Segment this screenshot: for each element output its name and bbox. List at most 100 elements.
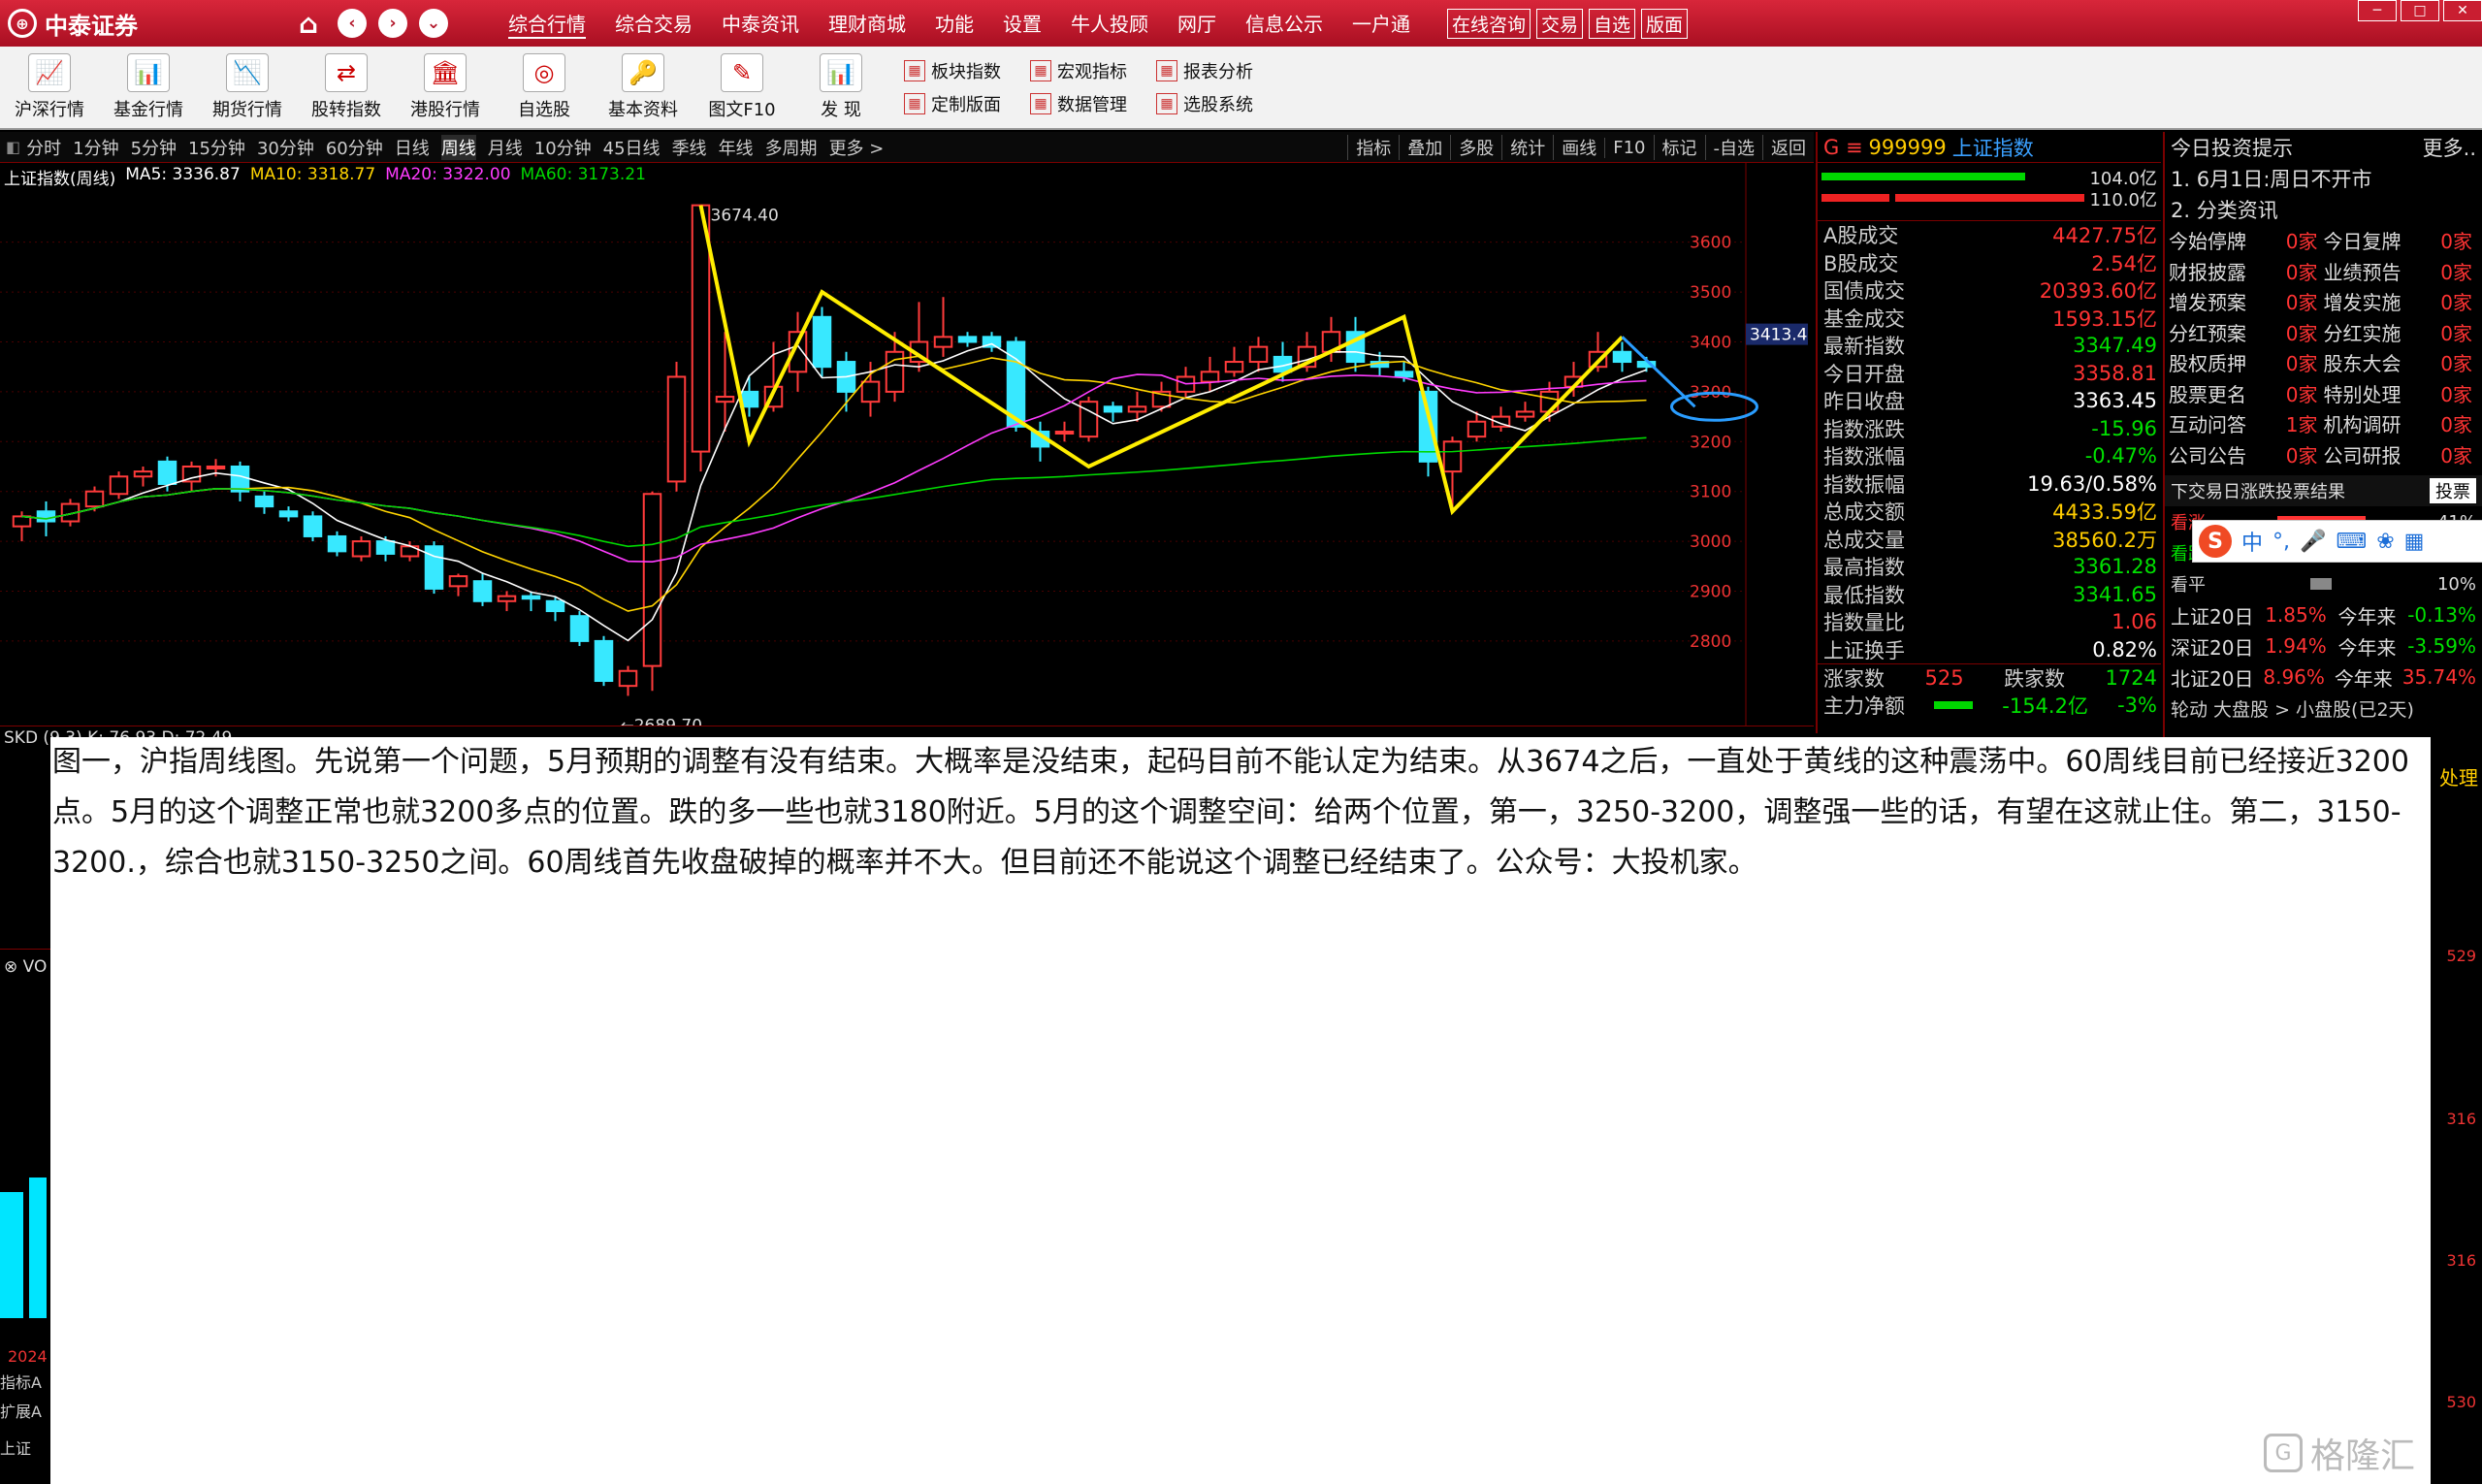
- toolbar-small-button[interactable]: ▦ 报表分析: [1156, 54, 1282, 87]
- quote-key: A股成交: [1823, 224, 1899, 248]
- period-tab[interactable]: 分时: [26, 135, 61, 160]
- info-grid-item[interactable]: 股票更名 0家: [2169, 378, 2324, 409]
- back-icon[interactable]: ‹: [338, 9, 367, 38]
- toolbar-small-button[interactable]: ▦ 宏观指标: [1030, 54, 1156, 87]
- toggle-icon[interactable]: ◧: [6, 138, 20, 156]
- toolbar-button[interactable]: ✎ 图文F10: [693, 48, 791, 126]
- price-tag: 3413.4: [1750, 326, 1807, 345]
- info-grid-item[interactable]: 财报披露 0家: [2169, 256, 2324, 287]
- chart-tool-button[interactable]: 标记: [1653, 135, 1705, 160]
- mic-icon[interactable]: 🎤: [2300, 530, 2326, 554]
- period-tab[interactable]: 月线: [488, 135, 523, 160]
- top-menu-item[interactable]: 信息公示: [1245, 9, 1323, 39]
- info-grid-item[interactable]: 今日复牌 0家: [2324, 225, 2479, 256]
- period-tab[interactable]: 5分钟: [131, 135, 177, 160]
- home-icon[interactable]: ⌂: [291, 8, 326, 40]
- maximize-button[interactable]: □: [2401, 0, 2439, 21]
- perf-label2: 今年来: [2337, 635, 2397, 660]
- top-menu-item[interactable]: 中泰资讯: [722, 9, 799, 39]
- top-menu-item[interactable]: 牛人投顾: [1071, 9, 1148, 39]
- period-tab[interactable]: 日线: [395, 135, 430, 160]
- period-tab[interactable]: 10分钟: [534, 135, 592, 160]
- top-quick-button[interactable]: 交易: [1536, 8, 1584, 39]
- period-tab[interactable]: 15分钟: [188, 135, 245, 160]
- chart-tool-button[interactable]: 多股: [1450, 135, 1501, 160]
- punct-icon[interactable]: °,: [2272, 530, 2290, 554]
- info-grid-item[interactable]: 股权质押 0家: [2169, 347, 2324, 378]
- top-quick-button[interactable]: 自选: [1589, 8, 1636, 39]
- candle-body: [545, 599, 565, 613]
- info-grid-item[interactable]: 增发预案 0家: [2169, 286, 2324, 317]
- period-tab[interactable]: 1分钟: [73, 135, 118, 160]
- y-tick-label: 3100: [1690, 483, 1731, 502]
- toolbar-button[interactable]: 🔑 基本资料: [594, 48, 693, 126]
- info-grid-item[interactable]: 增发实施 0家: [2324, 286, 2479, 317]
- top-menu-item[interactable]: 设置: [1003, 9, 1042, 39]
- vote-button[interactable]: 投票: [2430, 478, 2476, 503]
- toolbar-button[interactable]: ◎ 自选股: [495, 48, 594, 126]
- chart-tool-button[interactable]: 统计: [1501, 135, 1553, 160]
- toolbar-small-button[interactable]: ▦ 定制版面: [904, 87, 1030, 120]
- chart-tool-button[interactable]: 返回: [1762, 135, 1814, 160]
- indicator-tab[interactable]: 指标A: [0, 1370, 48, 1393]
- skin-icon[interactable]: ❀: [2376, 530, 2394, 554]
- period-tab[interactable]: 45日线: [603, 135, 661, 160]
- info-link[interactable]: 2. 分类资讯: [2165, 194, 2482, 225]
- period-tab[interactable]: 30分钟: [257, 135, 314, 160]
- toolbar-small-icon: ▦: [1156, 60, 1177, 81]
- info-grid-item[interactable]: 业绩预告 0家: [2324, 256, 2479, 287]
- keyboard-icon[interactable]: ⌨: [2336, 530, 2367, 554]
- info-grid-item[interactable]: 公司研报 0家: [2324, 439, 2479, 470]
- chevron-down-icon[interactable]: ⌄: [419, 9, 448, 38]
- top-menu-item[interactable]: 理财商城: [828, 9, 906, 39]
- toolbar-button[interactable]: 📊 基金行情: [99, 48, 198, 126]
- period-tab[interactable]: 多周期: [765, 135, 818, 160]
- top-quick-button[interactable]: 版面: [1641, 8, 1689, 39]
- toolbar-button[interactable]: ⇄ 股转指数: [297, 48, 396, 126]
- period-tab[interactable]: 60分钟: [326, 135, 383, 160]
- info-link[interactable]: 1. 6月1日:周日不开市: [2165, 163, 2482, 194]
- toolbar-button[interactable]: 📉 期货行情: [198, 48, 297, 126]
- flow-pct: -3%: [2117, 693, 2157, 717]
- info-grid-item[interactable]: 股东大会 0家: [2324, 347, 2479, 378]
- chart-tool-button[interactable]: 画线: [1553, 135, 1604, 160]
- forward-icon[interactable]: ›: [378, 9, 407, 38]
- period-tab[interactable]: 周线: [440, 134, 476, 160]
- ime-mode[interactable]: 中: [2241, 526, 2263, 557]
- info-grid-item[interactable]: 今始停牌 0家: [2169, 225, 2324, 256]
- top-quick-button[interactable]: 在线咨询: [1447, 8, 1531, 39]
- info-grid-item[interactable]: 公司公告 0家: [2169, 439, 2324, 470]
- minimize-button[interactable]: ─: [2358, 0, 2397, 21]
- top-menu-item[interactable]: 综合行情: [508, 9, 586, 39]
- top-menu-item[interactable]: 一户通: [1352, 9, 1410, 39]
- period-tab[interactable]: 季线: [672, 135, 707, 160]
- kline-chart[interactable]: 3600 3500 3400 3300 3200 3100 3000 2900 2800 3674…: [0, 163, 1814, 726]
- chart-tool-button[interactable]: -自选: [1704, 135, 1763, 160]
- expand-tab[interactable]: 扩展A: [0, 1399, 48, 1422]
- close-button[interactable]: ✕: [2443, 0, 2482, 21]
- chart-tool-button[interactable]: 指标: [1347, 135, 1399, 160]
- index-tab[interactable]: 上证: [0, 1436, 48, 1459]
- toolbar-button[interactable]: 📈 沪深行情: [0, 48, 99, 126]
- toolbar-button[interactable]: 🏛 港股行情: [396, 48, 495, 126]
- toolbar-small-button[interactable]: ▦ 选股系统: [1156, 87, 1282, 120]
- info-grid-item[interactable]: 分红实施 0家: [2324, 317, 2479, 348]
- toolbar-button[interactable]: 📊 发 现: [791, 48, 890, 126]
- info-more-link[interactable]: 更多..: [2423, 133, 2476, 162]
- chart-tool-button[interactable]: 叠加: [1399, 135, 1450, 160]
- chart-tool-button[interactable]: F10: [1604, 137, 1653, 158]
- toolbar-small-button[interactable]: ▦ 板块指数: [904, 54, 1030, 87]
- info-grid-item[interactable]: 分红预案 0家: [2169, 317, 2324, 348]
- toolbar-small-button[interactable]: ▦ 数据管理: [1030, 87, 1156, 120]
- top-menu-item[interactable]: 网厅: [1177, 9, 1216, 39]
- top-menu-item[interactable]: 综合交易: [615, 9, 693, 39]
- info-grid-item[interactable]: 机构调研 0家: [2324, 408, 2479, 439]
- toolbar-icon: 🏛: [424, 53, 467, 92]
- ime-toolbar[interactable]: S 中 °, 🎤 ⌨ ❀ ▦: [2192, 520, 2482, 563]
- period-tab[interactable]: 更多 >: [829, 135, 885, 160]
- grid-icon[interactable]: ▦: [2404, 530, 2425, 554]
- period-tab[interactable]: 年线: [719, 135, 754, 160]
- info-grid-item[interactable]: 互动问答 1家: [2169, 408, 2324, 439]
- top-menu-item[interactable]: 功能: [935, 9, 974, 39]
- info-grid-item[interactable]: 特别处理 0家: [2324, 378, 2479, 409]
